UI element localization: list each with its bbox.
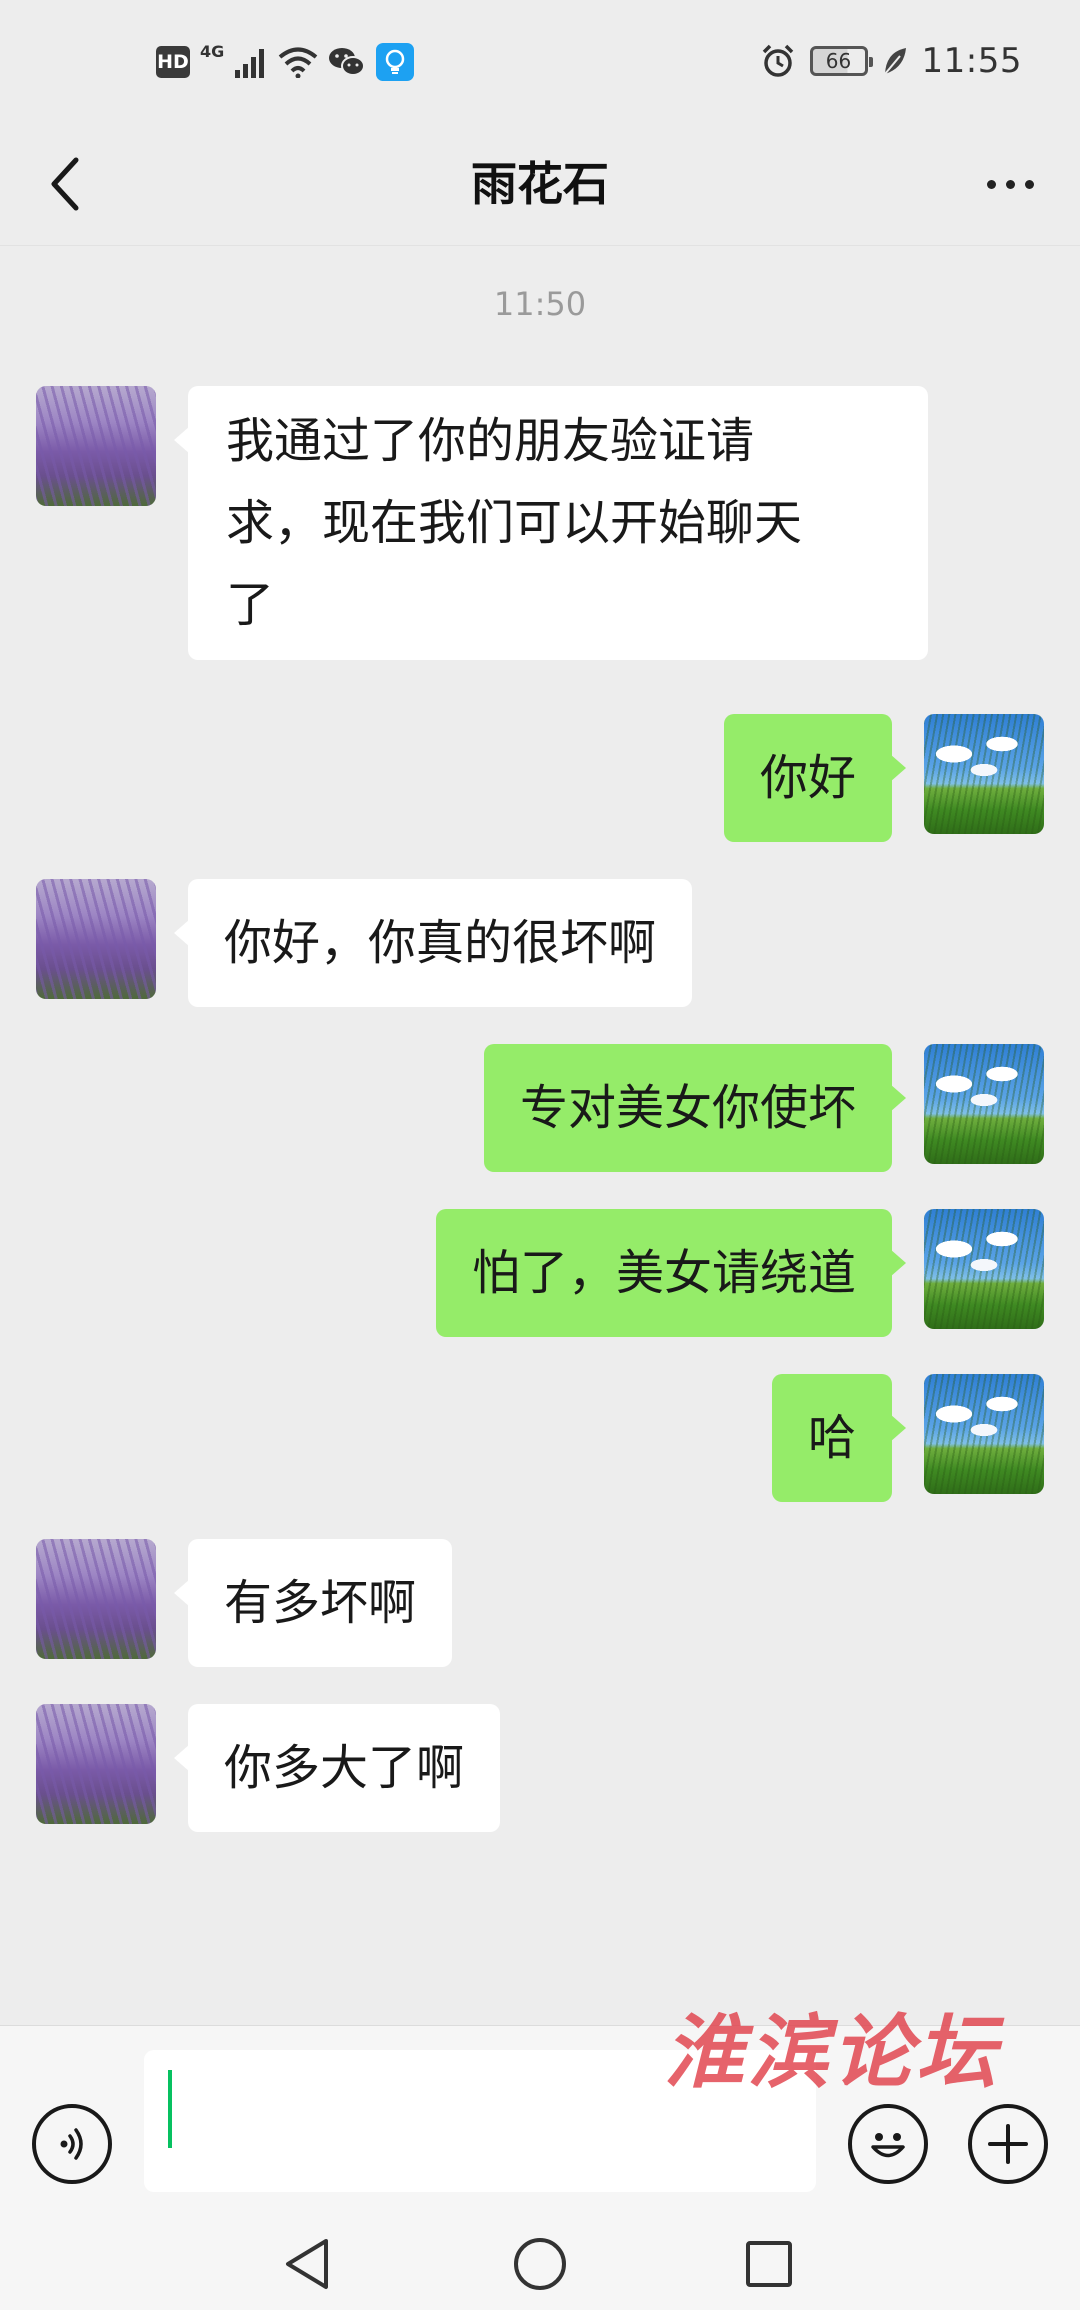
- system-nav-bar: [0, 2215, 1080, 2310]
- message-bubble-sent[interactable]: 怕了，美女请绕道: [435, 1209, 907, 1337]
- plus-icon: [988, 2124, 1028, 2164]
- voice-icon: [60, 2128, 83, 2160]
- hd-icon: HD: [156, 46, 190, 78]
- chat-header: 雨花石: [0, 122, 1080, 246]
- message-bubble-received[interactable]: 你好，你真的很坏啊: [173, 879, 693, 1007]
- more-dots-icon: [1024, 179, 1034, 189]
- back-triangle-icon: [286, 2239, 328, 2289]
- my-avatar[interactable]: [924, 714, 1044, 834]
- network-type-label: 4G: [200, 42, 225, 61]
- more-functions-button[interactable]: [968, 2104, 1048, 2184]
- message-bubble-received[interactable]: 有多坏啊: [173, 1539, 453, 1667]
- home-circle-icon: [514, 2238, 566, 2290]
- my-avatar[interactable]: [924, 1374, 1044, 1494]
- status-left-group: HD 4G: [156, 40, 415, 84]
- my-avatar[interactable]: [924, 1209, 1044, 1329]
- contact-avatar[interactable]: [36, 1704, 156, 1824]
- chat-timestamp: 11:50: [493, 285, 587, 323]
- nav-home-button[interactable]: [505, 2229, 575, 2299]
- message-bubble-sent[interactable]: 专对美女你使坏: [483, 1044, 907, 1172]
- message-bubble-received[interactable]: 你多大了啊: [173, 1704, 501, 1832]
- message-bubble-sent[interactable]: 哈: [771, 1374, 907, 1502]
- text-caret: [168, 2070, 172, 2148]
- wifi-icon: [278, 47, 318, 78]
- more-dots-icon: [986, 179, 996, 189]
- emoji-icon: [871, 2133, 905, 2158]
- signal-icon: [235, 49, 265, 78]
- status-right-group: 66 11:55: [760, 36, 1022, 86]
- nav-recents-button[interactable]: [734, 2229, 804, 2299]
- alarm-icon: [762, 44, 793, 77]
- recents-square-icon: [746, 2241, 792, 2287]
- my-avatar[interactable]: [924, 1044, 1044, 1164]
- leaf-icon: [883, 48, 906, 75]
- status-time: 11:55: [921, 41, 1022, 81]
- contact-avatar[interactable]: [36, 879, 156, 999]
- forum-watermark: 淮滨论坛: [664, 2005, 1000, 2099]
- lightbulb-icon: [376, 43, 415, 81]
- contact-avatar[interactable]: [36, 386, 156, 506]
- battery-icon: 66: [809, 46, 873, 76]
- message-bubble-received[interactable]: 我通过了你的朋友验证请 求，现在我们可以开始聊天 了: [174, 386, 928, 660]
- chat-title: 雨花石: [471, 157, 609, 211]
- more-options-button[interactable]: [970, 146, 1050, 222]
- nav-back-button[interactable]: [272, 2229, 342, 2299]
- back-button[interactable]: [28, 146, 104, 222]
- emoji-button[interactable]: [848, 2104, 928, 2184]
- voice-input-button[interactable]: [32, 2104, 112, 2184]
- contact-avatar[interactable]: [36, 1539, 156, 1659]
- more-dots-icon: [1005, 179, 1015, 189]
- status-bar: HD 4G 66 11:55: [0, 0, 1080, 122]
- chevron-left-icon: [51, 157, 79, 211]
- message-bubble-sent[interactable]: 你好: [723, 714, 907, 842]
- wechat-icon: [329, 48, 366, 76]
